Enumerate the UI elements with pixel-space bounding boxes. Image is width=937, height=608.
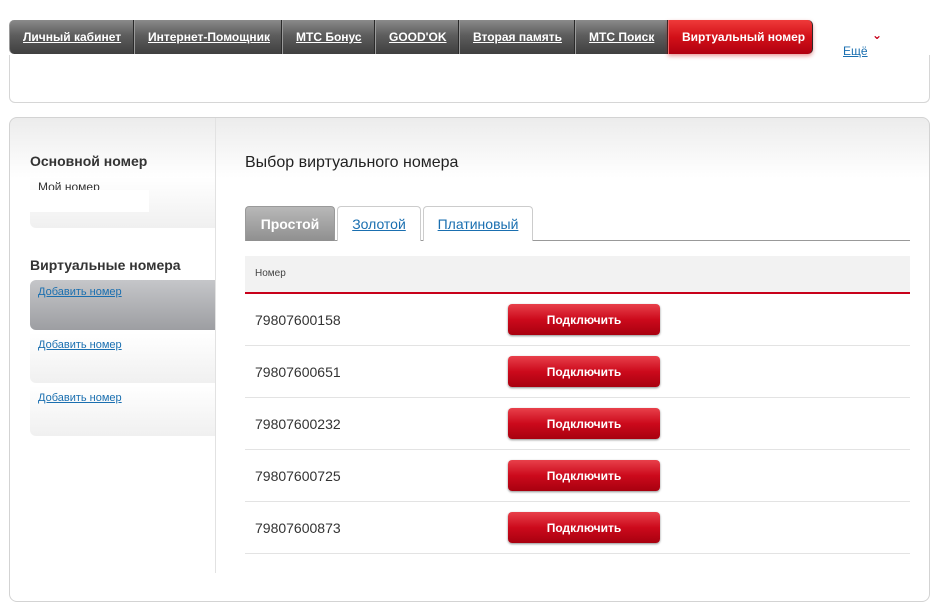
nav-item-internet-assistant[interactable]: Интернет-Помощник	[134, 20, 282, 54]
sidebar: Основной номер Мой номер Виртуальные ном…	[10, 118, 216, 573]
nav-item-mts-bonus[interactable]: МТС Бонус	[282, 20, 375, 54]
main-panel: Основной номер Мой номер Виртуальные ном…	[9, 117, 930, 602]
connect-button[interactable]: Подключить	[508, 356, 660, 387]
connect-button[interactable]: Подключить	[508, 304, 660, 335]
top-navigation: Личный кабинет Интернет-Помощник МТС Бон…	[9, 20, 813, 54]
main-number-heading: Основной номер	[30, 153, 148, 169]
table-row: 79807600158 Подключить	[245, 294, 910, 346]
connect-button[interactable]: Подключить	[508, 408, 660, 439]
add-number-link[interactable]: Добавить номер	[38, 392, 122, 404]
content-area: Выбор виртуального номера Простой Золото…	[245, 118, 910, 588]
chevron-down-icon[interactable]: ⌄	[872, 28, 882, 42]
nav-item-personal-account[interactable]: Личный кабинет	[9, 20, 134, 54]
column-header-number: Номер	[255, 268, 286, 279]
connect-button[interactable]: Подключить	[508, 460, 660, 491]
phone-number: 79807600873	[255, 520, 341, 536]
table-row: 79807600232 Подключить	[245, 398, 910, 450]
table-row: 79807600873 Подключить	[245, 502, 910, 554]
table-header: Номер	[245, 256, 910, 294]
virtual-slot[interactable]: Добавить номер	[30, 280, 215, 330]
connect-button[interactable]: Подключить	[508, 512, 660, 543]
tab-gold[interactable]: Золотой	[337, 206, 421, 241]
nav-item-goodok[interactable]: GOOD'OK	[375, 20, 459, 54]
nav-item-virtual-number[interactable]: Виртуальный номер	[668, 20, 813, 54]
add-number-link[interactable]: Добавить номер	[38, 286, 122, 298]
phone-number: 79807600232	[255, 416, 341, 432]
table-row: 79807600725 Подключить	[245, 450, 910, 502]
numbers-table: 79807600158 Подключить 79807600651 Подкл…	[245, 294, 910, 554]
phone-number: 79807600158	[255, 312, 341, 328]
virtual-slot[interactable]: Добавить номер	[30, 333, 215, 383]
nav-item-mts-search[interactable]: МТС Поиск	[575, 20, 668, 54]
top-subpanel	[9, 55, 930, 103]
tab-simple[interactable]: Простой	[245, 206, 335, 241]
phone-number: 79807600725	[255, 468, 341, 484]
main-number-box: Мой номер	[30, 177, 215, 228]
virtual-slot[interactable]: Добавить номер	[30, 386, 215, 436]
tab-platinum[interactable]: Платиновый	[423, 206, 533, 241]
table-row: 79807600651 Подключить	[245, 346, 910, 398]
nav-item-second-memory[interactable]: Вторая память	[459, 20, 575, 54]
page-title: Выбор виртуального номера	[245, 154, 459, 171]
number-type-tabs: Простой Золотой Платиновый	[245, 206, 910, 241]
phone-number: 79807600651	[255, 364, 341, 380]
my-number-value	[30, 190, 149, 212]
virtual-numbers-heading: Виртуальные номера	[30, 257, 181, 273]
add-number-link[interactable]: Добавить номер	[38, 339, 122, 351]
